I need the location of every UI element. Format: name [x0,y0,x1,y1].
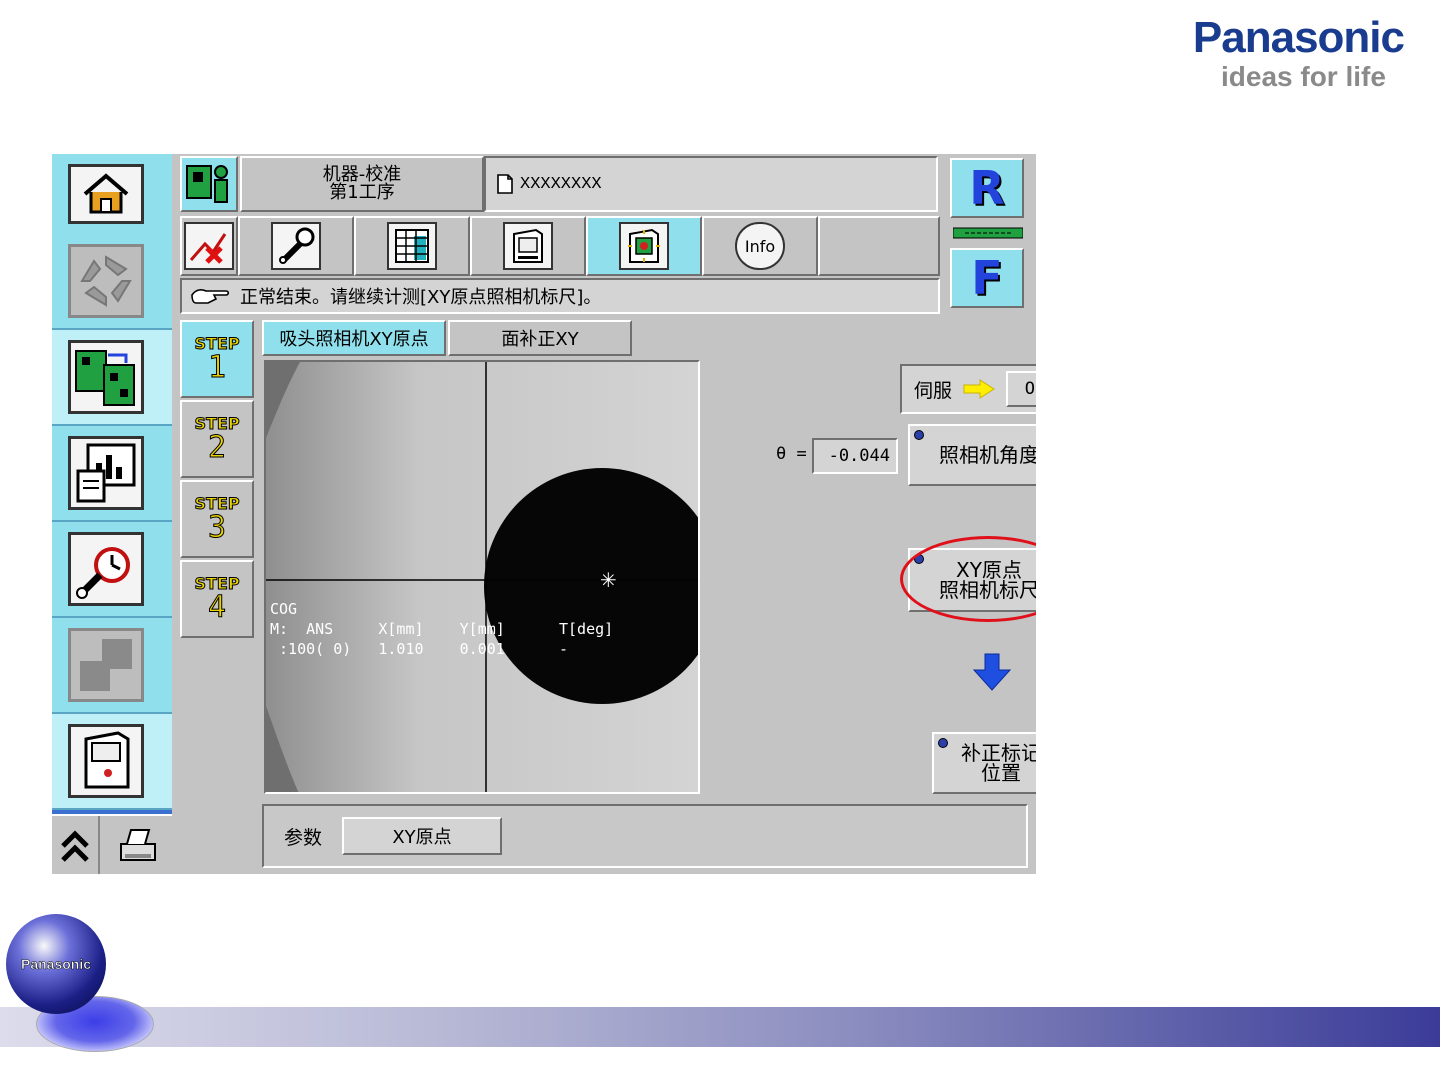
step-2-number: 2 [207,430,227,465]
indicator-dot-icon [938,738,948,748]
parameter-label: 参数 [284,826,323,849]
tool-calibration[interactable] [586,216,702,276]
sidebar-item-cycle[interactable] [52,234,172,330]
correction-mark-line1: 补正标记 [961,741,1036,765]
parameter-bar: 参数 XY原点 [262,804,1028,868]
circuit-board-icon [68,340,144,414]
sidebar-item-machine[interactable] [52,714,172,810]
theta-value: -0.044 [812,438,898,474]
main-panel: 机器-校准 第1工序 XXXXXXXX Info R F 正常结束。请继续计测[… [180,154,1036,874]
globe-logo-text: Panasonic [20,956,92,973]
camera-image [266,362,698,792]
sidebar-item-maintenance[interactable] [52,522,172,618]
rf-column: R F [940,154,1036,316]
pointing-hand-icon [191,289,230,304]
tab-surface-correction-xy[interactable]: 面补正XY [448,320,632,356]
rotate-icon [68,244,144,318]
machine-calibration-window: 机器-校准 第1工序 XXXXXXXX Info R F 正常结束。请继续计测[… [52,154,1036,874]
f-button[interactable]: F [950,248,1024,308]
r-button[interactable]: R [950,158,1024,218]
message-bar: 正常结束。请继续计测[XY原点照相机标尺]。 [180,278,940,314]
tool-info[interactable]: Info [702,216,818,276]
cog-label: COG [270,600,298,618]
tab-nozzle-camera-xy-origin[interactable]: 吸头照相机XY原点 [262,320,446,356]
tool-data-grid[interactable] [354,216,470,276]
sidebar-item-layout[interactable] [52,618,172,714]
camera-view[interactable]: ✳ COG M: ANS X[mm] Y[mm] T[deg] :100( 0)… [264,360,700,794]
reset-x-icon [184,222,234,270]
printer-icon[interactable] [102,816,172,874]
step-4-number: 4 [207,590,227,625]
correction-mark-line2: 位置 [981,761,1021,785]
machine-unit-icon [68,724,144,798]
home-icon [68,164,144,224]
document-icon [497,174,513,194]
collapse-up-icon[interactable] [52,816,100,874]
tool-empty [818,216,940,276]
tool-settings[interactable] [238,216,354,276]
correction-mark-position-button[interactable]: 补正标记 位置 [932,732,1036,794]
page-title: 机器-校准 第1工序 [240,156,484,212]
step-list: STEP 1 STEP 2 STEP 3 STEP 4 [180,320,256,874]
camera-angle-button[interactable]: 照相机角度 [908,424,1036,486]
tool-machine[interactable] [470,216,586,276]
rf-divider [944,222,1032,244]
cog-value-row: :100( 0) 1.010 0.001 - [270,640,569,658]
status-message: 正常结束。请继续计测[XY原点照相机标尺]。 [240,287,602,308]
parameter-value-button[interactable]: XY原点 [342,817,503,855]
sidebar-item-boards[interactable] [52,330,172,426]
camera-angle-label: 照相机角度 [939,443,1036,467]
servo-label: 伺服 [914,379,953,402]
servo-status: 伺服 ON [900,364,1036,414]
footer-gradient-bar [0,1007,1440,1047]
calibration-icon [619,222,669,270]
page-title-line2: 第1工序 [329,182,395,203]
theta-label: θ = [776,444,807,464]
cog-marker-icon: ✳ [600,568,617,592]
yellow-arrow-icon [963,379,995,399]
control-area: 伺服 ON θ = -0.044 照相机角度 XY原点 照相机标尺 [700,360,1036,794]
brand-tagline: ideas for life [1220,61,1386,92]
sidebar-item-reports[interactable] [52,426,172,522]
down-arrow-icon [972,652,1012,696]
blocks-icon [68,628,144,702]
alarm-clock-wrench-icon [68,532,144,606]
tool-error-reset[interactable] [180,216,238,276]
step-1-number: 1 [207,350,227,385]
step-3-number: 3 [207,510,227,545]
machine-panel-icon [503,222,553,270]
step-2[interactable]: STEP 2 [180,400,254,478]
brand-logo: Panasonic ideas for life [1192,13,1405,92]
brand-name: Panasonic [1192,13,1405,62]
program-file-field[interactable]: XXXXXXXX [484,156,938,212]
grid-table-icon [387,222,437,270]
step-1[interactable]: STEP 1 [180,320,254,398]
sidebar-bottom-bar [52,814,172,874]
svg-text:Info: Info [745,237,775,256]
servo-on-button[interactable]: ON [1006,371,1036,407]
operator-icon[interactable] [180,156,238,212]
chart-report-icon [68,436,144,510]
info-icon: Info [735,222,785,270]
cog-header-row: M: ANS X[mm] Y[mm] T[deg] [270,620,614,638]
indicator-dot-icon [914,430,924,440]
step-3[interactable]: STEP 3 [180,480,254,558]
tab-bar: 吸头照相机XY原点 面补正XY [262,320,638,356]
step-4[interactable]: STEP 4 [180,560,254,638]
sidebar [52,154,172,874]
toolbar: Info [180,216,940,276]
panasonic-globe-logo: Panasonic [6,914,106,1014]
wrench-icon [271,222,321,270]
program-file-name: XXXXXXXX [520,174,602,194]
